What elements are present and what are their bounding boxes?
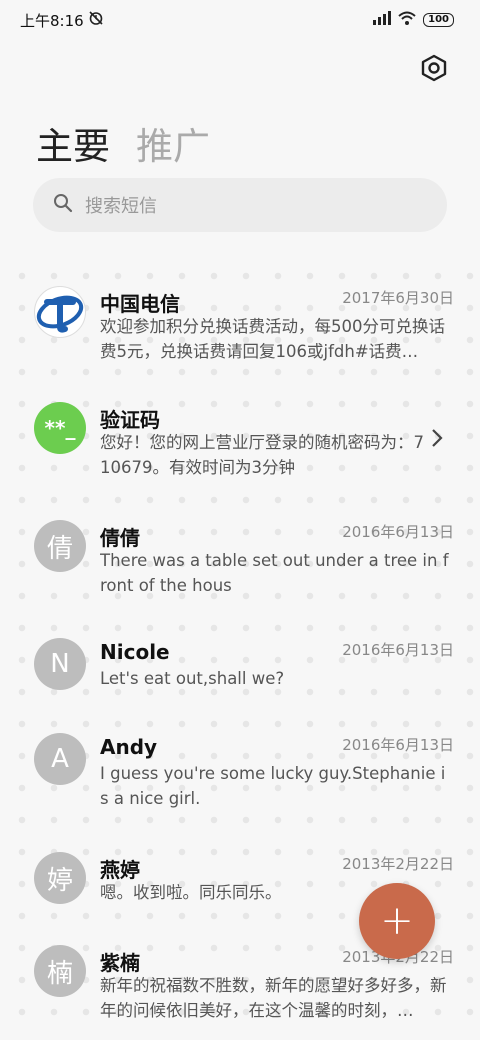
gear-icon: [421, 54, 447, 86]
search-input[interactable]: 搜索短信: [33, 178, 447, 232]
avatar: 楠: [34, 945, 86, 997]
new-message-button[interactable]: +: [359, 883, 435, 959]
avatar: 倩: [34, 520, 86, 572]
message-date: 2016年6月13日: [342, 523, 454, 541]
tab-primary[interactable]: 主要: [36, 116, 110, 170]
sender-name: Andy: [100, 735, 158, 759]
list-item[interactable]: 楠 紫楠 2013年2月22日 新年的祝福数不胜数，新年的愿望好多好多，新年的问…: [0, 943, 480, 1040]
list-item[interactable]: 中国电信 2017年6月30日 欢迎参加积分兑换话费活动，每500分可兑换话费5…: [0, 284, 480, 384]
message-preview: 新年的祝福数不胜数，新年的愿望好多好多，新年的问候依旧美好，在这个温馨的时刻，…: [100, 976, 447, 1020]
message-date: 2016年6月13日: [342, 641, 454, 659]
message-date: 2016年6月13日: [342, 736, 454, 754]
message-date: 2013年2月22日: [342, 855, 454, 873]
avatar: A: [34, 733, 86, 785]
signal-icon: [373, 11, 392, 29]
list-item[interactable]: A Andy 2016年6月13日 I guess you're some lu…: [0, 731, 480, 831]
list-item[interactable]: 倩 倩倩 2016年6月13日 There was a table set ou…: [0, 518, 480, 618]
message-preview: I guess you're some lucky guy.Stephanie …: [100, 764, 446, 808]
china-telecom-logo-icon: [34, 286, 86, 338]
wifi-icon: [398, 11, 416, 29]
tab-bar: 主要 推广: [36, 116, 210, 170]
list-item[interactable]: N Nicole 2016年6月13日 Let's eat out,shall …: [0, 636, 480, 736]
avatar: N: [34, 638, 86, 690]
sender-name: 紫楠: [100, 951, 140, 975]
alarm-off-icon: [88, 10, 104, 30]
tab-promotions[interactable]: 推广: [136, 116, 210, 170]
sender-name: 中国电信: [100, 292, 180, 316]
settings-button[interactable]: [418, 54, 450, 86]
message-preview: Let's eat out,shall we?: [100, 669, 285, 688]
avatar: 婷: [34, 852, 86, 904]
chevron-right-icon[interactable]: [430, 428, 444, 454]
message-preview: 欢迎参加积分兑换话费活动，每500分可兑换话费5元，兑换话费请回复106或jfd…: [100, 317, 445, 361]
search-placeholder: 搜索短信: [85, 196, 157, 217]
list-item[interactable]: **_ 验证码 您好！您的网上营业厅登录的随机密码为：710679。有效时间为3…: [0, 400, 480, 500]
search-icon: [53, 193, 73, 217]
message-preview: There was a table set out under a tree i…: [100, 551, 449, 595]
verification-code-avatar: **_: [34, 402, 86, 454]
sender-name: 倩倩: [100, 526, 140, 550]
sender-name: 验证码: [100, 408, 160, 432]
status-time: 上午8:16: [20, 11, 84, 30]
message-preview: 您好！您的网上营业厅登录的随机密码为：710679。有效时间为3分钟: [100, 433, 424, 477]
sender-name: Nicole: [100, 640, 170, 664]
battery-indicator: 100: [423, 13, 454, 27]
status-bar: 上午8:16 100: [0, 0, 480, 40]
sender-name: 燕婷: [100, 858, 140, 882]
message-date: 2017年6月30日: [342, 289, 454, 307]
